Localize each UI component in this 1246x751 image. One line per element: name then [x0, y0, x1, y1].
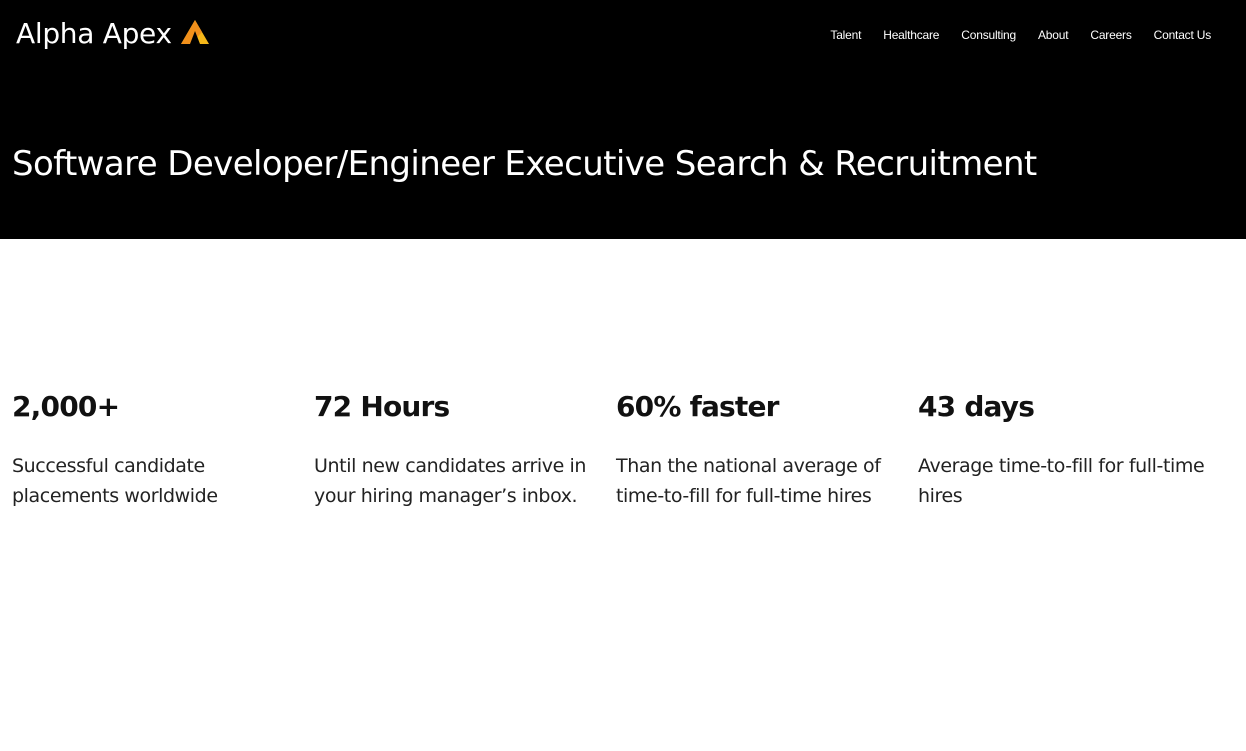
nav-item-talent[interactable]: Talent [819, 28, 872, 42]
nav-item-consulting[interactable]: Consulting [950, 28, 1027, 42]
stat-description: Until new candidates arrive in your hiri… [314, 455, 587, 507]
stat-value: 72 Hours [314, 390, 450, 423]
stat-description: Than the national average of time-to-fil… [616, 455, 881, 507]
stat-value: 2,000+ [12, 390, 120, 423]
site-logo[interactable]: Alpha Apex [16, 16, 210, 52]
stat-turnaround: 72 Hours Until new candidates arrive in … [314, 388, 616, 511]
page-title: Software Developer/Engineer Executive Se… [12, 144, 1037, 184]
stat-description: Successful candidate placements worldwid… [12, 455, 218, 507]
stat-value: 43 days [918, 390, 1035, 423]
nav-item-healthcare[interactable]: Healthcare [872, 28, 950, 42]
stats-section: 2,000+ Successful candidate placements w… [12, 388, 1222, 511]
logo-text: Alpha Apex [16, 17, 172, 50]
main-nav: Talent Healthcare Consulting About Caree… [819, 26, 1211, 44]
hero-banner: Alpha Apex Talent Healthcare Consulting … [0, 0, 1246, 239]
stat-time-to-fill: 43 days Average time-to-fill for full-ti… [918, 388, 1220, 511]
apex-triangle-icon [180, 20, 209, 44]
nav-item-contact-us[interactable]: Contact Us [1143, 28, 1212, 42]
nav-item-about[interactable]: About [1027, 28, 1079, 42]
stat-value: 60% faster [616, 390, 780, 423]
stat-placements: 2,000+ Successful candidate placements w… [12, 388, 314, 511]
stat-speed: 60% faster Than the national average of … [616, 388, 918, 511]
nav-item-careers[interactable]: Careers [1079, 28, 1142, 42]
stat-description: Average time-to-fill for full-time hires [918, 455, 1205, 507]
